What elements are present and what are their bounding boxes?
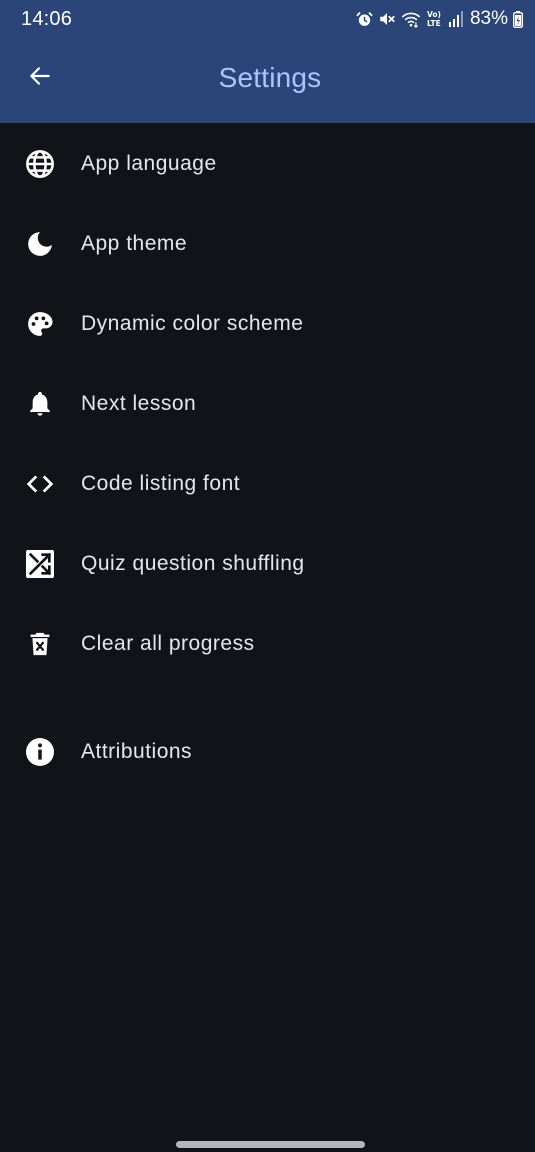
info-icon: [24, 736, 56, 768]
svg-text:LTE: LTE: [427, 19, 441, 28]
status-time: 14:06: [21, 8, 73, 30]
wifi-icon: [401, 10, 421, 28]
setting-label: App theme: [81, 232, 188, 255]
setting-label: Dynamic color scheme: [81, 312, 304, 335]
battery-percent: 83%: [469, 8, 508, 29]
setting-attributions[interactable]: Attributions: [0, 712, 535, 792]
setting-label: Code listing font: [81, 472, 241, 495]
setting-dynamic-color-scheme[interactable]: Dynamic color scheme: [0, 284, 535, 364]
setting-label: Clear all progress: [81, 632, 255, 655]
status-icons: Vo) LTE 83%: [356, 7, 523, 31]
gesture-nav-handle[interactable]: [176, 1141, 365, 1148]
svg-text:Vo): Vo): [427, 10, 441, 19]
setting-app-theme[interactable]: App theme: [0, 204, 535, 284]
setting-clear-all-progress[interactable]: Clear all progress: [0, 604, 535, 684]
setting-label: Quiz question shuffling: [81, 552, 305, 575]
setting-label: App language: [81, 152, 217, 175]
volte-icon: Vo) LTE: [426, 9, 444, 29]
setting-label: Next lesson: [81, 392, 197, 415]
alarm-icon: [356, 11, 373, 28]
battery-icon: [513, 10, 523, 28]
page-title: Settings: [218, 62, 322, 93]
app-bar: 14:06 Vo) LTE 83% Settings: [0, 0, 535, 123]
status-bar: 14:06 Vo) LTE 83%: [0, 0, 535, 40]
setting-next-lesson[interactable]: Next lesson: [0, 364, 535, 444]
bell-icon: [24, 388, 56, 420]
setting-code-listing-font[interactable]: Code listing font: [0, 444, 535, 524]
palette-icon: [24, 308, 56, 340]
setting-quiz-question-shuffling[interactable]: Quiz question shuffling: [0, 524, 535, 604]
signal-icon: [448, 11, 463, 27]
delete-icon: [24, 628, 56, 660]
code-icon: [24, 468, 56, 500]
setting-label: Attributions: [81, 740, 193, 763]
moon-icon: [24, 228, 56, 260]
setting-app-language[interactable]: App language: [0, 124, 535, 204]
shuffle-icon: [24, 548, 56, 580]
mute-icon: [378, 10, 396, 28]
globe-icon: [24, 148, 56, 180]
